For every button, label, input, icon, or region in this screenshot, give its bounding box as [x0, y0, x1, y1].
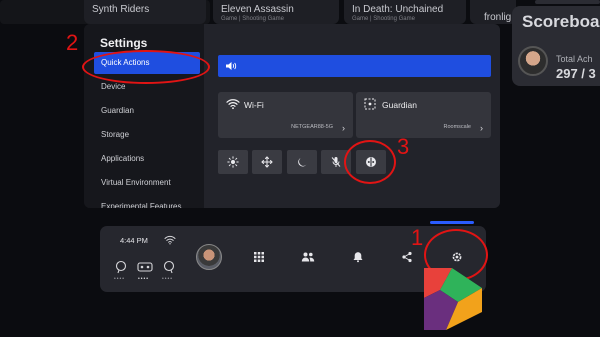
move-icon	[261, 156, 273, 168]
scoreboard-value: 297 / 3	[556, 66, 596, 81]
bg-tile-title: In Death: Unchained	[352, 4, 444, 15]
wifi-icon	[226, 99, 240, 110]
sidebar-item-applications[interactable]: Applications	[94, 148, 200, 170]
guardian-label: Guardian	[382, 100, 417, 110]
annotation-number-3: 3	[397, 134, 410, 159]
sidebar-item-guardian[interactable]: Guardian	[94, 100, 200, 122]
mic-off-icon	[331, 157, 341, 167]
share-button[interactable]	[399, 249, 415, 265]
bg-tile-in-death[interactable]: In Death: Unchained Game | Shooting Game	[344, 0, 466, 24]
notifications-button[interactable]	[350, 249, 366, 265]
speaker-icon	[226, 62, 237, 70]
scoreboard-title: Scoreboa	[522, 12, 600, 31]
battery-dots-left: ••••	[114, 276, 126, 282]
bg-tile-eleven-assassin[interactable]: Eleven Assassin Game | Shooting Game	[213, 0, 339, 24]
annotation-ring-passthrough	[344, 140, 396, 184]
bg-tile-title: Synth Riders	[92, 4, 150, 15]
annotation-number-2: 2	[66, 30, 79, 55]
wifi-card[interactable]: Wi-Fi NETGEAR88-5G ›	[218, 92, 353, 138]
bg-tile-subtitle: Game | Shooting Game	[221, 16, 284, 22]
bg-tile-title: fronlig	[484, 12, 512, 23]
apps-icon	[254, 252, 264, 262]
brightness-icon	[227, 156, 239, 168]
sidebar-item-storage[interactable]: Storage	[94, 124, 200, 146]
guardian-icon	[364, 98, 376, 110]
chevron-right-icon: ›	[480, 123, 483, 133]
annotation-number-1: 1	[411, 225, 424, 250]
settings-active-indicator	[430, 221, 474, 224]
scoreboard-avatar	[518, 46, 548, 76]
scoreboard-label: Total Ach	[556, 54, 593, 64]
headset-icon[interactable]	[137, 262, 153, 272]
chevron-right-icon: ›	[342, 123, 345, 133]
notifications-icon	[353, 252, 363, 263]
bg-tile-subtitle: Game | Shooting Game	[352, 16, 415, 22]
scoreboard-panel[interactable]: Scoreboa Total Ach 297 / 3	[512, 6, 600, 86]
sidebar-item-virtual-environment[interactable]: Virtual Environment	[94, 172, 200, 194]
bg-tile-edge	[535, 0, 600, 4]
watermark-logo	[424, 268, 482, 330]
bg-tile-title: Eleven Assassin	[221, 4, 294, 15]
annotation-ring-quick-actions	[82, 50, 210, 84]
battery-dots-right: ••••	[162, 276, 174, 282]
wifi-status-icon	[164, 235, 176, 245]
profile-avatar[interactable]	[196, 244, 222, 270]
battery-dots-headset: ••••	[138, 276, 150, 282]
people-button[interactable]	[300, 249, 316, 265]
settings-title: Settings	[100, 36, 148, 50]
brightness-button[interactable]	[218, 150, 248, 174]
guardian-card[interactable]: Guardian Roomscale ›	[356, 92, 491, 138]
volume-slider[interactable]	[218, 55, 491, 77]
clock: 4:44 PM	[120, 236, 148, 245]
people-icon	[301, 252, 315, 262]
night-display-button[interactable]	[287, 150, 317, 174]
right-controller-icon[interactable]	[162, 260, 176, 274]
recenter-button[interactable]	[252, 150, 282, 174]
share-icon	[402, 251, 412, 263]
sidebar-item-experimental-features[interactable]: Experimental Features	[94, 196, 200, 208]
wifi-network-name: NETGEAR88-5G	[291, 124, 333, 130]
bg-tile-fronlig[interactable]: fronlig	[470, 0, 516, 24]
left-controller-icon[interactable]	[114, 260, 128, 274]
night-mode-icon	[298, 158, 307, 167]
wifi-label: Wi-Fi	[244, 100, 264, 110]
guardian-mode: Roomscale	[443, 124, 471, 130]
bg-tile-synth-riders[interactable]: Synth Riders	[84, 0, 206, 24]
apps-button[interactable]	[251, 249, 267, 265]
